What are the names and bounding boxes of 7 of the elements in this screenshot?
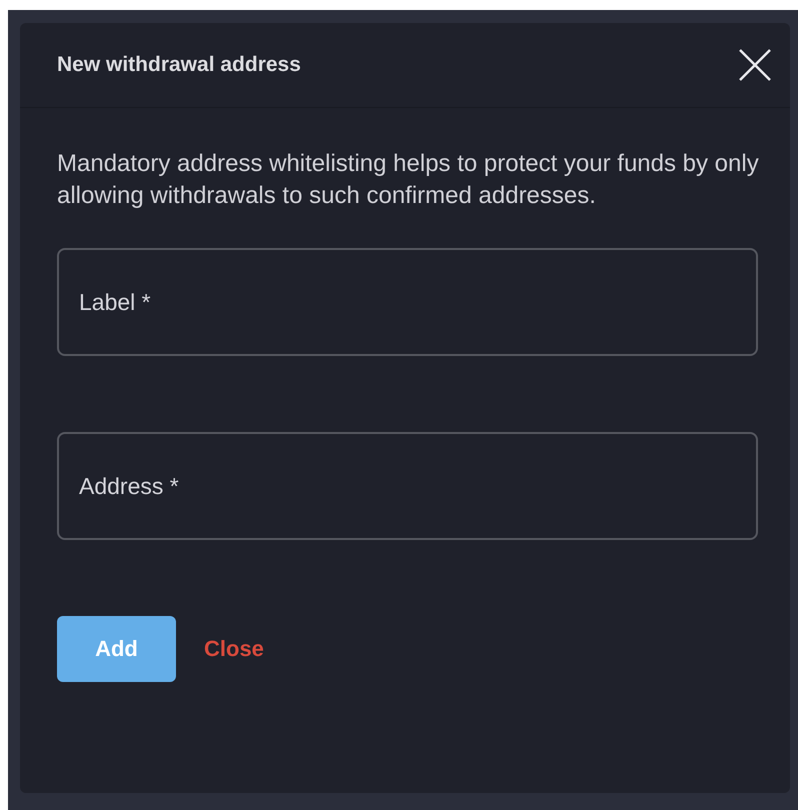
input-field[interactable]: Address * (57, 432, 758, 540)
close-icon[interactable] (738, 48, 772, 82)
dialog-description: Mandatory address whitelisting helps to protect your funds by only allowing withdrawals to such confirmed addresses. (57, 149, 760, 211)
close-link[interactable]: Close (204, 636, 264, 662)
add-button[interactable]: Add (57, 616, 176, 682)
dialog-title: New withdrawal address (57, 53, 301, 77)
input-field[interactable]: Label * (57, 248, 758, 356)
